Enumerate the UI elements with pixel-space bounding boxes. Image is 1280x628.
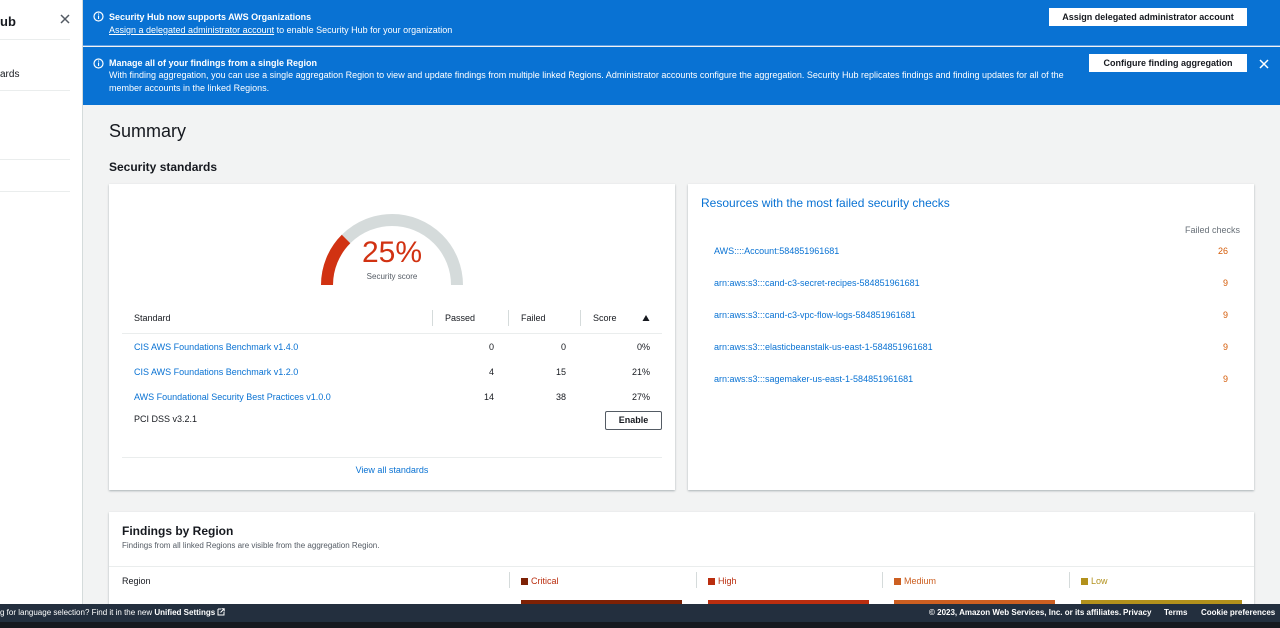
console-footer: g for language selection? Find it in the… [0, 604, 1280, 628]
failed-checks-count: 9 [1222, 374, 1228, 384]
failed-count: 38 [555, 392, 566, 402]
resource-row: arn:aws:s3:::cand-c3-vpc-flow-logs-58485… [714, 310, 1228, 324]
sidebar-title: ub [0, 14, 16, 29]
security-score-value: 25% [361, 236, 423, 269]
standard-link[interactable]: AWS Foundational Security Best Practices… [134, 385, 331, 409]
resource-link[interactable]: arn:aws:s3:::cand-c3-vpc-flow-logs-58485… [714, 310, 916, 320]
card-title[interactable]: Resources with the most failed security … [701, 196, 950, 210]
resource-row: arn:aws:s3:::elasticbeanstalk-us-east-1-… [714, 342, 1228, 356]
column-header-failed: Failed [521, 313, 546, 323]
security-score-label: Security score [366, 272, 418, 281]
info-icon [93, 11, 104, 22]
privacy-link[interactable]: Privacy [1123, 608, 1151, 617]
score-value: 0% [636, 342, 650, 352]
failed-resources-card: Resources with the most failed security … [688, 184, 1254, 490]
medium-swatch [894, 578, 901, 585]
card-subtitle: Findings from all linked Regions are vis… [122, 541, 380, 550]
table-row: AWS Foundational Security Best Practices… [122, 385, 662, 409]
failed-checks-count: 9 [1222, 278, 1228, 288]
low-swatch [1081, 578, 1088, 585]
external-link-icon [217, 608, 225, 616]
column-header-failed-checks: Failed checks [1184, 225, 1240, 235]
table-row: CIS AWS Foundations Benchmark v1.2.0 4 1… [122, 360, 662, 384]
findings-by-region-card: Findings by Region Findings from all lin… [109, 512, 1254, 612]
column-separator [509, 572, 510, 588]
organizations-banner: Security Hub now supports AWS Organizati… [83, 0, 1280, 46]
standard-link[interactable]: CIS AWS Foundations Benchmark v1.4.0 [134, 335, 298, 359]
card-footer-divider [122, 457, 662, 458]
view-all-standards-link[interactable]: View all standards [109, 465, 675, 475]
column-separator [1069, 572, 1070, 588]
passed-count: 14 [483, 392, 494, 402]
high-swatch [708, 578, 715, 585]
resource-link[interactable]: AWS::::Account:584851961681 [714, 246, 839, 256]
cookie-preferences-link[interactable]: Cookie preferences [1201, 608, 1275, 617]
resource-link[interactable]: arn:aws:s3:::cand-c3-secret-recipes-5848… [714, 278, 920, 288]
close-icon[interactable] [1258, 58, 1270, 70]
section-title: Security standards [109, 160, 218, 174]
sidebar-item-security-standards[interactable]: ards [0, 69, 19, 80]
assign-admin-link[interactable]: Assign a delegated administrator account [109, 25, 274, 35]
page-title: Summary [109, 121, 187, 141]
standard-name: PCI DSS v3.2.1 [134, 414, 198, 424]
banner-title: Manage all of your findings from a singl… [109, 58, 318, 68]
card-title: Findings by Region [122, 524, 234, 538]
passed-count: 4 [488, 367, 494, 377]
table-header-divider [122, 333, 662, 334]
failed-count: 15 [555, 367, 566, 377]
resource-link[interactable]: arn:aws:s3:::elasticbeanstalk-us-east-1-… [714, 342, 933, 352]
footer-bottom-strip [0, 622, 1280, 628]
failed-count: 0 [560, 342, 566, 352]
unified-settings-link[interactable]: Unified Settings [154, 608, 215, 617]
assign-delegated-admin-button[interactable]: Assign delegated administrator account [1049, 8, 1247, 26]
security-standards-card: 25% Security score Standard Passed Faile… [109, 184, 675, 490]
column-header-passed: Passed [445, 313, 476, 323]
banner-text: With finding aggregation, you can use a … [109, 70, 1064, 93]
score-value: 21% [631, 367, 650, 377]
column-header-region: Region [122, 576, 151, 586]
column-header-medium: Medium [894, 576, 936, 586]
failed-checks-count: 9 [1222, 342, 1228, 352]
column-header-critical: Critical [521, 576, 559, 586]
resource-row: arn:aws:s3:::cand-c3-secret-recipes-5848… [714, 278, 1228, 292]
column-separator [580, 310, 581, 326]
terms-link[interactable]: Terms [1164, 608, 1187, 617]
score-value: 27% [631, 392, 650, 402]
table-row: CIS AWS Foundations Benchmark v1.4.0 0 0… [122, 335, 662, 359]
column-separator [696, 572, 697, 588]
sidebar-divider [0, 39, 70, 40]
sort-ascending-icon[interactable] [642, 306, 650, 332]
column-header-standard: Standard [134, 313, 171, 323]
column-separator [882, 572, 883, 588]
finding-aggregation-banner: Manage all of your findings from a singl… [83, 47, 1280, 105]
column-separator [432, 310, 433, 326]
sidebar-divider [0, 191, 70, 192]
table-row: PCI DSS v3.2.1 Enable [122, 407, 662, 431]
info-icon [93, 58, 104, 69]
passed-count: 0 [488, 342, 494, 352]
failed-checks-count: 9 [1222, 310, 1228, 320]
column-separator [508, 310, 509, 326]
resource-row: AWS::::Account:584851961681 26 [714, 246, 1228, 260]
column-header-score[interactable]: Score [593, 306, 617, 332]
configure-finding-aggregation-button[interactable]: Configure finding aggregation [1089, 54, 1247, 72]
standard-link[interactable]: CIS AWS Foundations Benchmark v1.2.0 [134, 360, 298, 384]
sidebar-divider [0, 90, 70, 91]
enable-button[interactable]: Enable [605, 411, 662, 430]
language-notice: g for language selection? Find it in the… [0, 608, 225, 617]
resource-link[interactable]: arn:aws:s3:::sagemaker-us-east-1-5848519… [714, 374, 913, 384]
resource-row: arn:aws:s3:::sagemaker-us-east-1-5848519… [714, 374, 1228, 388]
column-header-high: High [708, 576, 737, 586]
critical-swatch [521, 578, 528, 585]
close-icon[interactable] [58, 12, 72, 26]
sidebar-divider [0, 159, 70, 160]
column-header-low: Low [1081, 576, 1108, 586]
banner-title: Security Hub now supports AWS Organizati… [109, 12, 312, 22]
failed-checks-count: 26 [1217, 246, 1228, 256]
table-header-divider [109, 566, 1254, 567]
side-navigation: ub ards [0, 0, 83, 604]
copyright-text: © 2023, Amazon Web Services, Inc. or its… [929, 608, 1122, 617]
banner-text: Assign a delegated administrator account… [109, 25, 453, 35]
